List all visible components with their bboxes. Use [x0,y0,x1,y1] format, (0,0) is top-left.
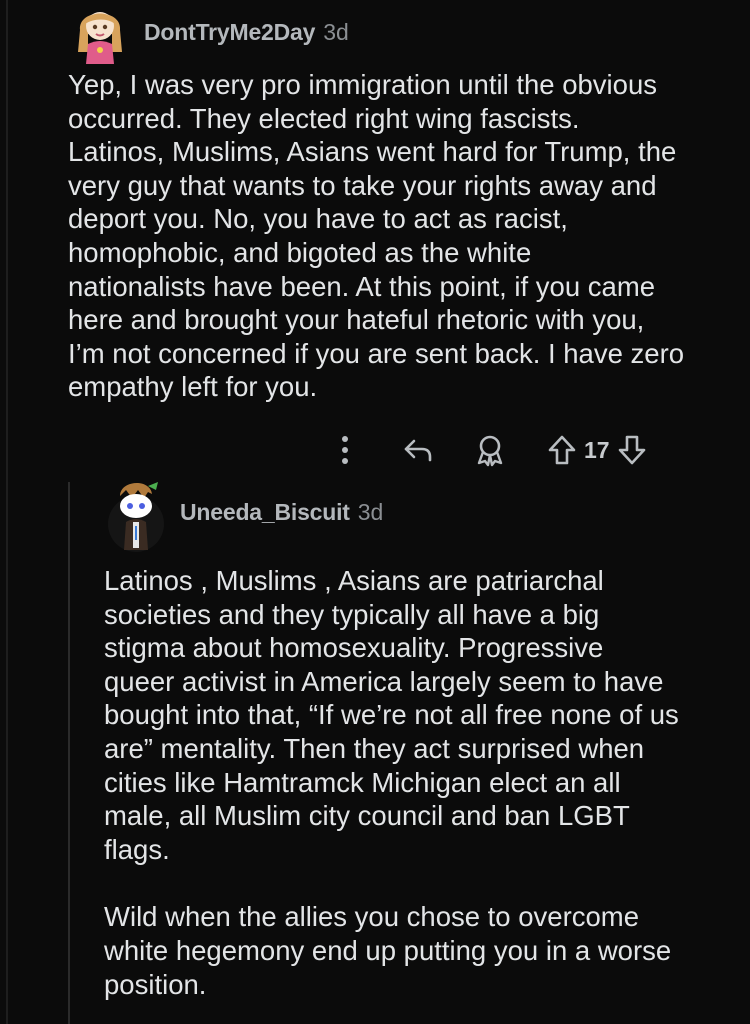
comment-age: 3d [323,18,349,45]
comment-header: DontTryMe2Day 3d [68,0,738,64]
comment-line: cities like Hamtramck Michigan elect an … [104,766,621,798]
vote-score: 17 [584,436,610,463]
comment-line: Wild when the allies you chose to overco… [104,901,639,933]
thread-line [6,0,8,1024]
reply-icon[interactable] [400,436,436,464]
comment-action-bar: 17 [330,430,648,470]
comment-donttryme2day: DontTryMe2Day 3d Yep, I was very pro imm… [68,0,738,404]
comment-line: bought into that, “If we’re not all free… [104,699,679,731]
comment-line: flags. [104,833,170,865]
comment-line: are” mentality. Then they act surprised … [104,732,645,764]
cartoon-girl-avatar-icon[interactable] [68,0,132,64]
comment-line: Latinos, Muslims, Asians went hard for T… [68,136,677,168]
comment-line: I’m not concerned if you are sent back. … [68,337,685,369]
comment-paragraph: Latinos , Muslims , Asians are patriarch… [104,564,734,866]
comment-body: Latinos , Muslims , Asians are patriarch… [104,564,734,1001]
comment-line: queer activist in America largely seem t… [104,665,664,697]
comment-age: 3d [357,498,384,525]
username[interactable]: DontTryMe2Day [144,19,315,46]
comment-header: Uneeda_Biscuit 3d [104,480,734,552]
comment-line: Yep, I was very pro immigration until th… [68,69,657,100]
reply-thread-line[interactable] [68,482,70,1024]
more-vertical-icon[interactable] [330,435,360,465]
username[interactable]: Uneeda_Biscuit [180,499,350,526]
upvote-arrow-icon[interactable] [546,434,578,466]
snoo-avatar-icon[interactable] [104,480,168,552]
comment-line: position. [104,968,207,1000]
comment-line: male, all Muslim city council and ban LG… [104,800,630,832]
comment-line: Latinos , Muslims , Asians are patriarch… [104,565,604,596]
comment-line: stigma about homosexuality. Progressive [104,632,604,664]
comment-paragraph: Wild when the allies you chose to overco… [104,900,734,1001]
comment-line: societies and they typically all have a … [104,598,600,630]
comment-line: nationalists have been. At this point, i… [68,270,656,302]
comment-line: empathy left for you. [68,371,318,403]
comment-body: Yep, I was very pro immigration until th… [68,68,738,404]
comment-uneeda-biscuit: Uneeda_Biscuit 3d Latinos , Muslims , As… [104,480,734,1001]
comment-line: white hegemony end up putting you in a w… [104,934,672,966]
comment-line: very guy that wants to take your rights … [68,169,657,201]
comment-line: deport you. No, you have to act as racis… [68,203,568,235]
comment-line: homophobic, and bigoted as the white [68,236,532,268]
downvote-arrow-icon[interactable] [616,434,648,466]
award-icon[interactable] [472,433,508,467]
comment-line: here and brought your hateful rhetoric w… [68,304,645,336]
comment-line: occurred. They elected right wing fascis… [68,102,580,134]
